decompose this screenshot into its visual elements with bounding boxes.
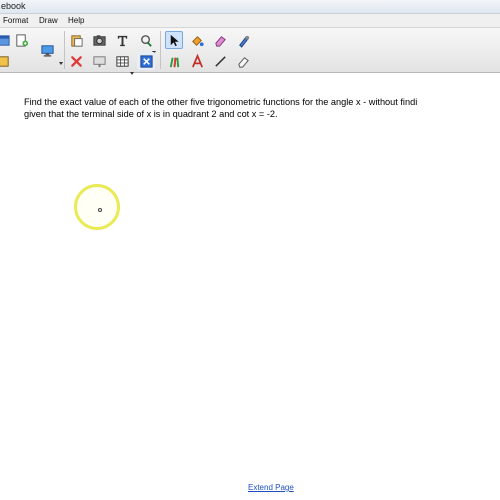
menu-help[interactable]: Help xyxy=(68,14,84,27)
title-bar: ebook xyxy=(0,0,500,14)
camera-icon[interactable] xyxy=(90,31,108,49)
extend-page-link[interactable]: Extend Page xyxy=(248,483,294,492)
screen-capture-icon[interactable] xyxy=(38,41,56,59)
save-icon[interactable] xyxy=(0,52,12,70)
new-page-icon[interactable] xyxy=(12,31,30,49)
table-icon[interactable] xyxy=(113,52,131,70)
full-screen-icon[interactable] xyxy=(137,52,155,70)
window-icon[interactable] xyxy=(0,31,12,49)
menu-draw[interactable]: Draw xyxy=(39,14,58,27)
question-line-1: Find the exact value of each of the othe… xyxy=(24,97,418,107)
toolbar-separator xyxy=(160,31,161,69)
toolbar-separator xyxy=(64,31,65,69)
window-title: ebook xyxy=(1,1,26,11)
cursor-pointer xyxy=(98,208,102,212)
question-text: Find the exact value of each of the othe… xyxy=(24,97,500,120)
screen-dropdown-caret[interactable] xyxy=(59,62,63,65)
paste-icon[interactable] xyxy=(67,31,85,49)
delete-icon[interactable] xyxy=(67,52,85,70)
eraser-icon[interactable] xyxy=(211,31,229,49)
question-line-2: given that the terminal side of x is in … xyxy=(24,108,278,119)
line-icon[interactable] xyxy=(211,52,229,70)
menu-format[interactable]: Format xyxy=(3,14,28,27)
highlighter-eraser-icon[interactable] xyxy=(234,52,252,70)
select-arrow-icon[interactable] xyxy=(165,31,183,49)
fill-icon[interactable] xyxy=(188,31,206,49)
shape-recognition-pen-icon[interactable] xyxy=(234,31,252,49)
cursor-highlight-ring xyxy=(74,184,120,230)
text-tool-icon[interactable] xyxy=(113,31,131,49)
menu-bar: Format Draw Help xyxy=(0,14,500,28)
text-icon[interactable] xyxy=(188,52,206,70)
table-dropdown-caret[interactable] xyxy=(130,72,134,75)
screen-shade-icon[interactable] xyxy=(90,52,108,70)
lasso-icon[interactable] xyxy=(137,31,155,49)
pens-icon[interactable] xyxy=(165,52,183,70)
